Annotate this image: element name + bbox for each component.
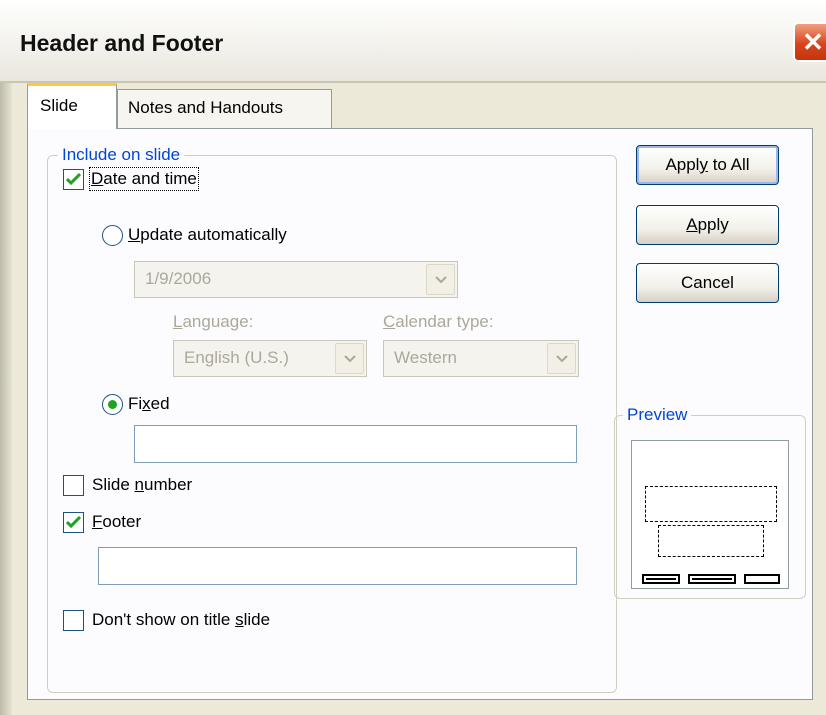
date-format-dropdown[interactable]: 1/9/2006: [134, 261, 458, 298]
preview-number-bar: [744, 574, 780, 584]
preview-title-placeholder: [645, 486, 777, 522]
window-border: [0, 83, 12, 715]
preview-footer-bar: [688, 574, 736, 584]
apply-button[interactable]: Apply: [636, 205, 779, 245]
date-time-checkbox[interactable]: [63, 169, 84, 190]
slide-number-checkbox[interactable]: [63, 475, 84, 496]
update-automatically-label: Update automatically: [128, 225, 287, 244]
apply-to-all-button[interactable]: Apply to All: [636, 145, 779, 185]
fixed-radio[interactable]: [102, 394, 123, 415]
tab-slide[interactable]: Slide: [27, 83, 117, 129]
check-icon: [66, 516, 81, 529]
close-button[interactable]: ✕: [793, 22, 826, 62]
slide-preview: [631, 440, 789, 589]
chevron-down-icon: [343, 354, 356, 362]
chevron-down-icon: [555, 354, 568, 362]
language-label: Language:: [173, 312, 254, 331]
title-bar: Header and Footer: [0, 0, 826, 83]
update-automatically-radio[interactable]: [102, 225, 123, 246]
footer-checkbox[interactable]: [63, 512, 84, 533]
footer-input[interactable]: [98, 547, 577, 585]
dont-show-title-checkbox[interactable]: [63, 610, 84, 631]
preview-legend: Preview: [623, 405, 692, 425]
date-time-label: Date and time: [89, 167, 199, 191]
chevron-down-icon: [434, 275, 447, 283]
fixed-date-input[interactable]: [134, 425, 577, 463]
dialog-title: Header and Footer: [20, 30, 224, 56]
calendar-type-dropdown[interactable]: Western: [383, 340, 579, 377]
fixed-label: Fixed: [128, 394, 170, 413]
calendar-type-label: Calendar type:: [383, 312, 494, 331]
radio-selected-dot: [108, 400, 117, 409]
cancel-button[interactable]: Cancel: [636, 263, 779, 303]
language-dropdown[interactable]: English (U.S.): [173, 340, 367, 377]
check-icon: [66, 173, 81, 186]
dont-show-title-label: Don't show on title slide: [92, 610, 271, 629]
close-icon: ✕: [802, 26, 824, 57]
preview-date-bar: [642, 574, 680, 584]
footer-label: Footer: [92, 512, 142, 531]
slide-number-label: Slide number: [92, 475, 193, 494]
preview-body-placeholder: [658, 525, 764, 557]
group-legend: Include on slide: [58, 145, 185, 165]
tab-notes-and-handouts[interactable]: Notes and Handouts: [117, 89, 332, 131]
